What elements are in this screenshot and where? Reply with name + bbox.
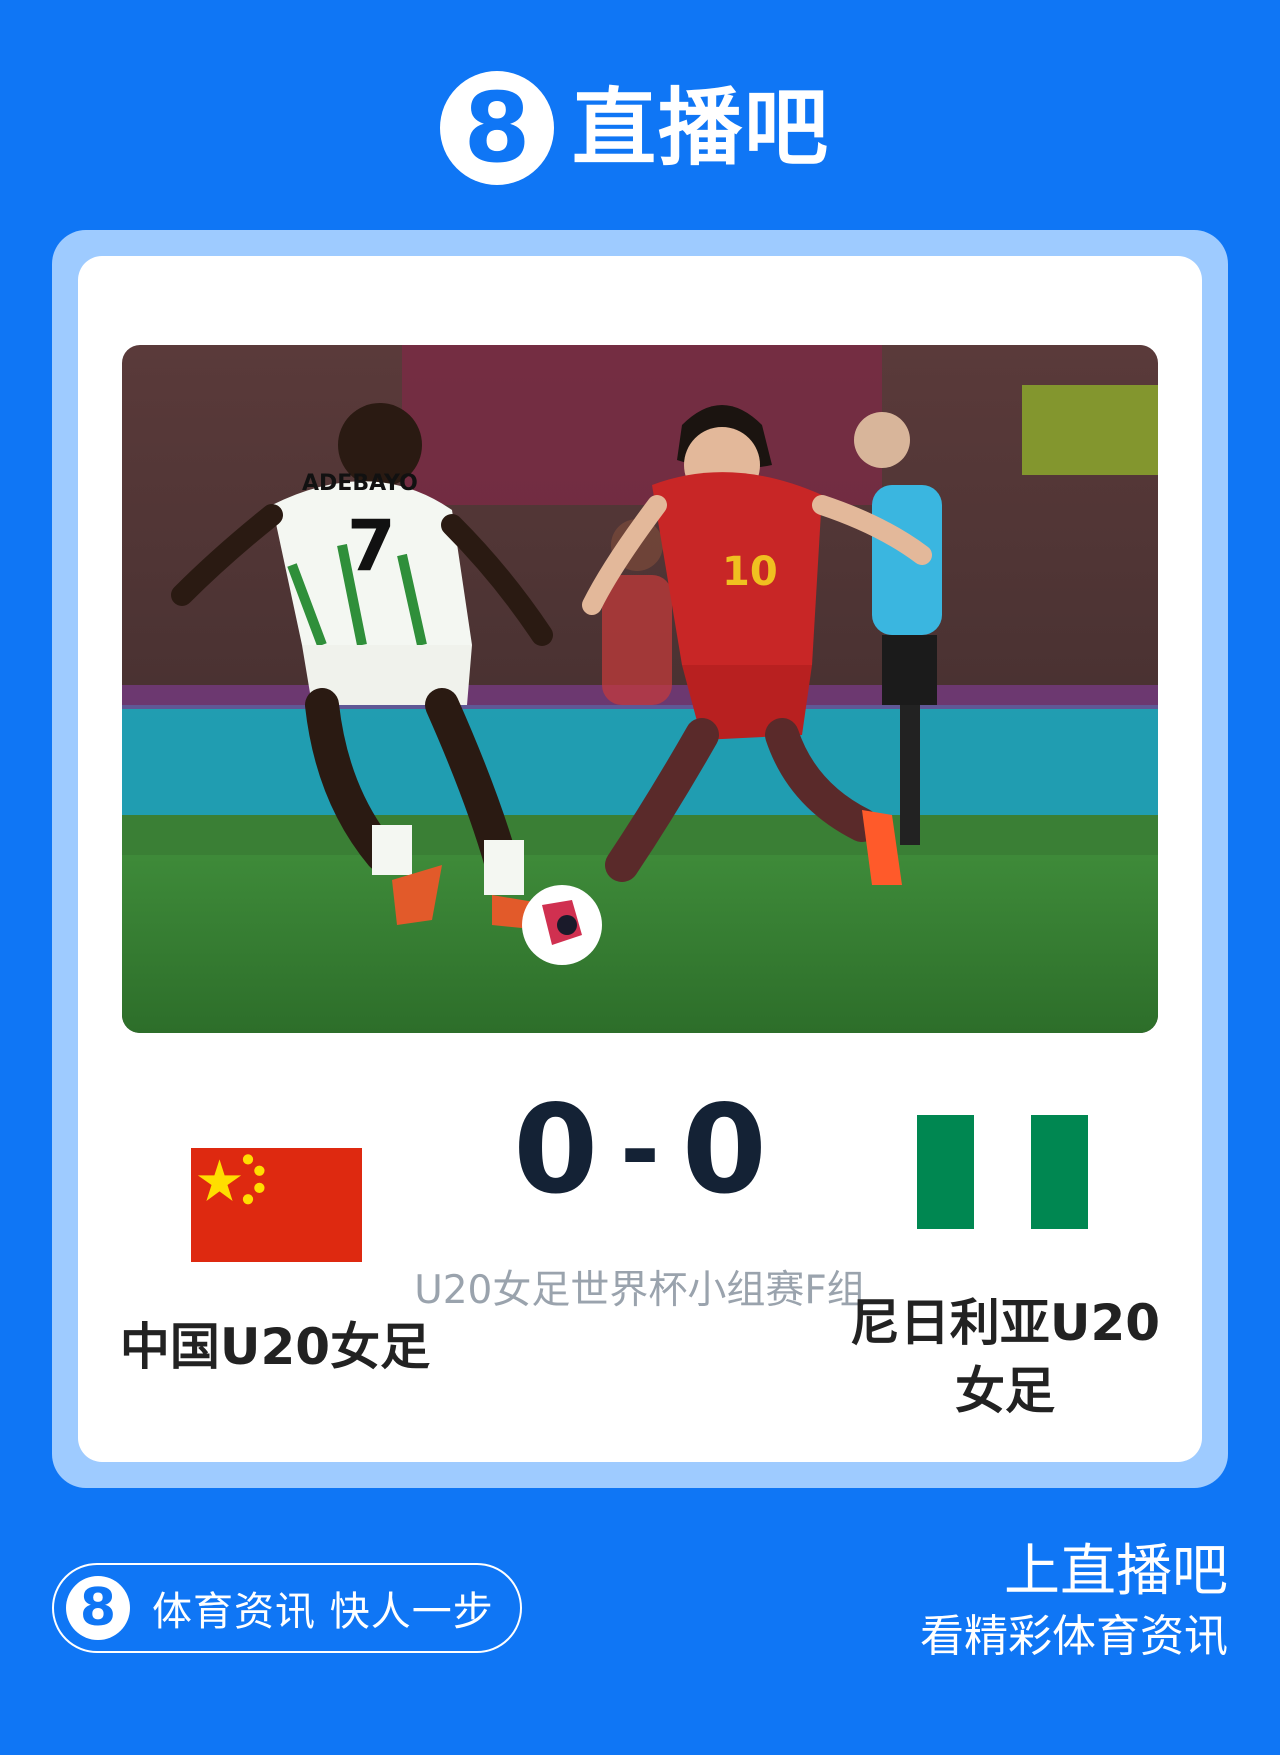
footer-logo-glyph: 8 [79,1578,117,1638]
footer-logo: 8 [66,1576,130,1640]
competition-label: U20女足世界杯小组赛F组 [414,1268,866,1313]
cta-subtitle: 看精彩体育资讯 [920,1611,1228,1663]
jersey-number-red-text: 10 [722,549,778,595]
away-team-name: 尼日利亚U20女足 [849,1294,1161,1420]
jersey-name-text: ADEBAYO [302,471,418,496]
brand-logo-glyph: 8 [463,71,531,184]
brand-logo: 8 [440,70,554,185]
away-score: 0 [681,1079,767,1221]
cta-title: 上直播吧 [1004,1539,1228,1604]
match-score: 0 - 0 [480,1080,800,1220]
nigeria-flag-icon [917,1115,1088,1229]
china-flag-icon [191,1148,362,1262]
score-separator: - [620,1094,660,1206]
home-team-name: 中国U20女足 [119,1318,431,1376]
footer-cta: 上直播吧 看精彩体育资讯 [920,1539,1228,1666]
slogan-text: 体育资讯 快人一步 [152,1589,494,1635]
match-photo: ADEBAYO 7 10 [122,345,1158,1033]
brand-header: 8 直播吧 [440,70,830,185]
jersey-number-white-text: 7 [347,505,396,587]
brand-name: 直播吧 [572,78,831,177]
slogan-pill: 8 体育资讯 快人一步 [52,1563,522,1653]
home-score: 0 [513,1079,599,1221]
